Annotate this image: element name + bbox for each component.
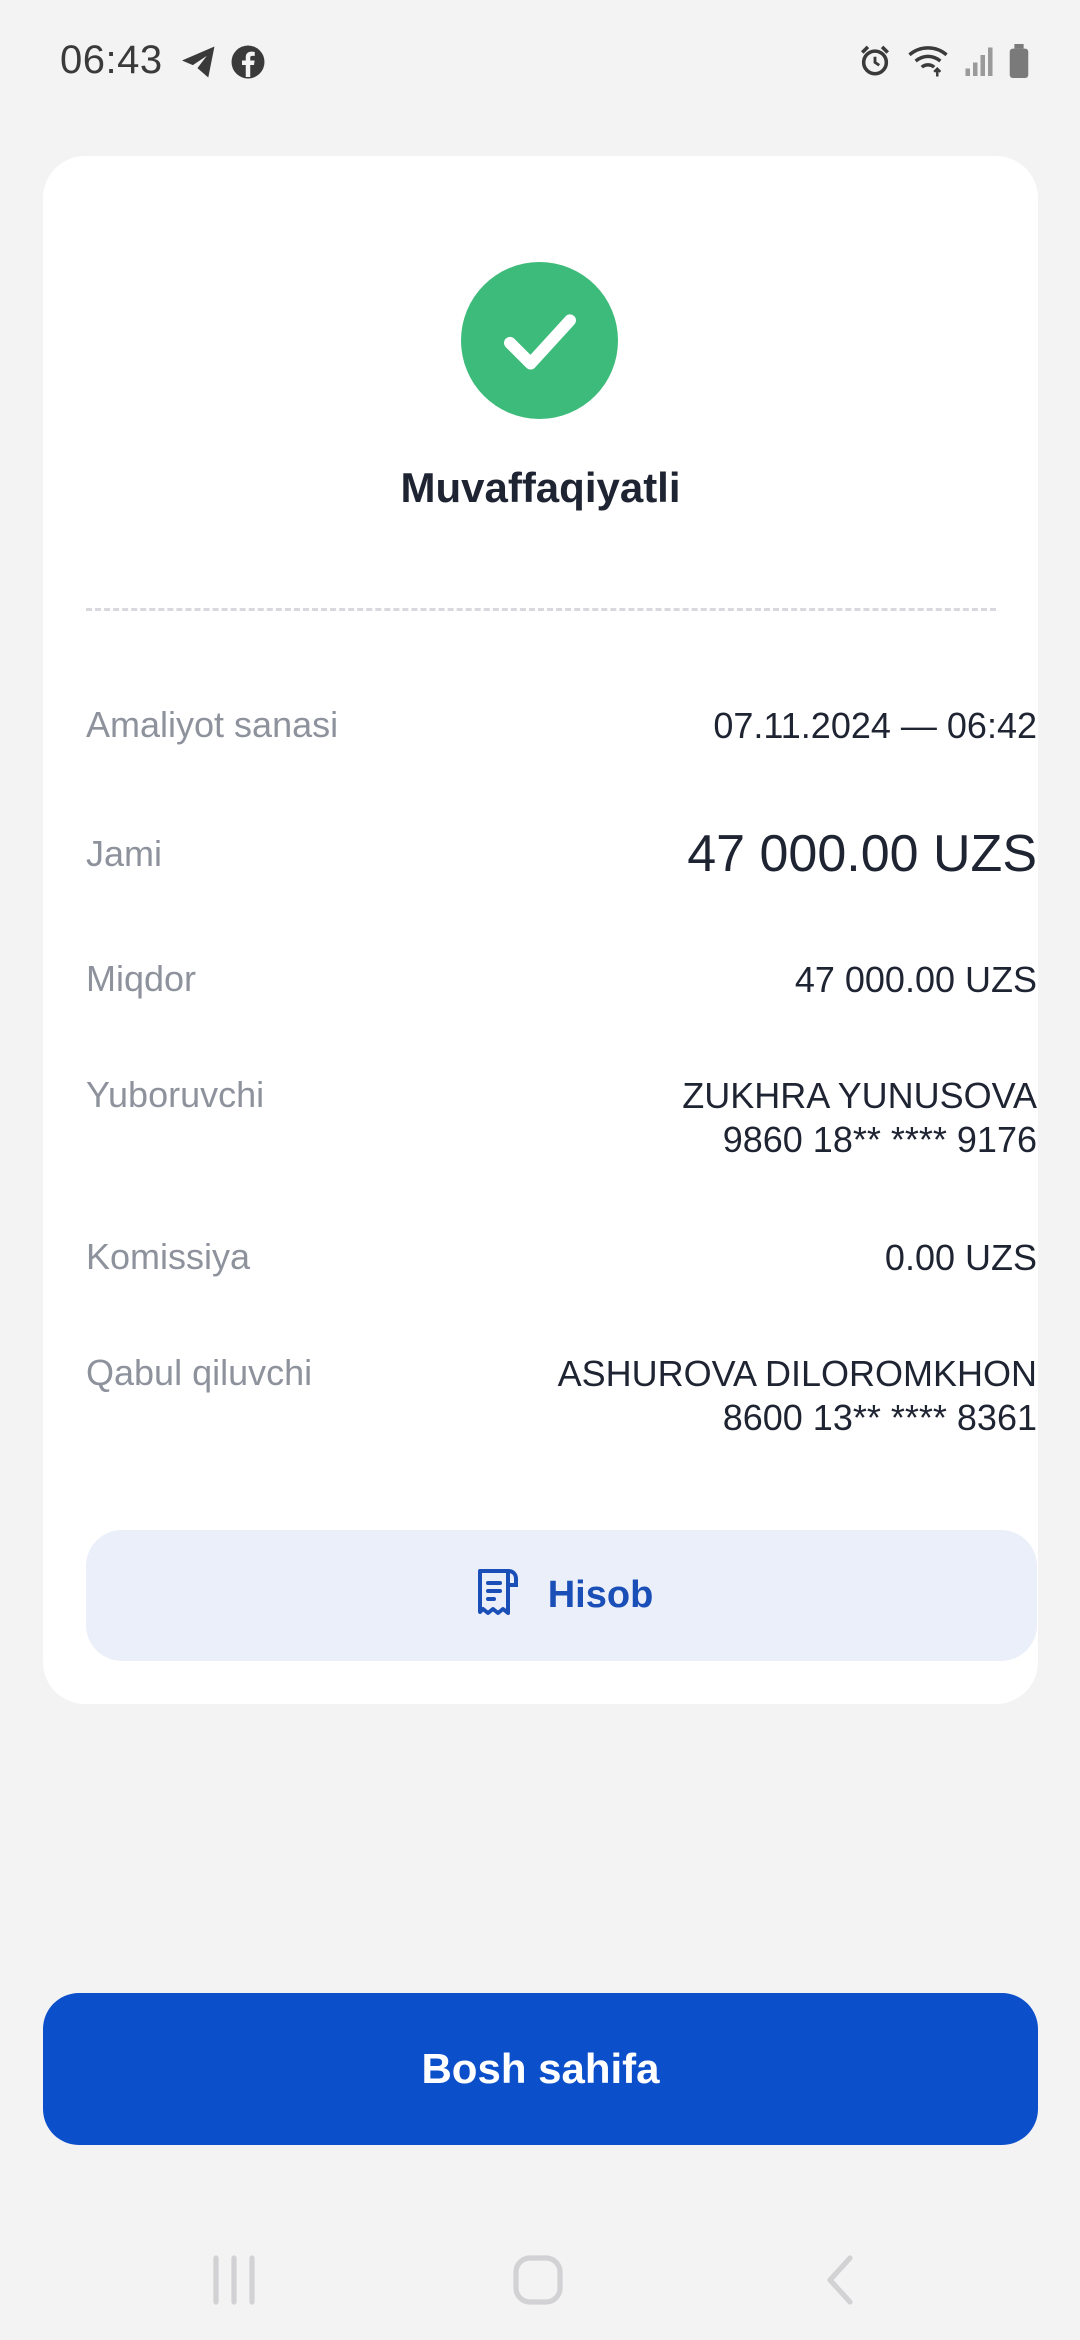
receiver-name: ASHUROVA DILOROMKHON [557,1353,1037,1394]
status-title: Muvaffaqiyatli [400,464,681,511]
telegram-icon [180,45,218,79]
row-fee: Komissiya 0.00 UZS [86,1236,1037,1280]
total-value: 47 000.00 UZS [687,825,1037,883]
check-icon [503,313,576,369]
receiver-card: 8600 13** **** 8361 [722,1397,1037,1438]
facebook-icon [230,44,266,80]
status-time: 06:43 [60,38,163,82]
row-amount: Miqdor 47 000.00 UZS [86,958,1037,1002]
status-bar: 06:43 [0,0,1080,130]
back-icon[interactable] [820,2250,860,2310]
home-icon[interactable] [510,2250,566,2310]
transaction-card: Muvaffaqiyatli Amaliyot sanasi 07.11.202… [43,156,1038,1704]
dashed-divider [86,608,996,611]
success-badge [461,262,618,419]
row-sender: Yuboruvchi ZUKHRA YUNUSOVA 9860 18** ***… [86,1074,1037,1162]
receipt-button[interactable]: Hisob [86,1530,1037,1661]
recent-apps-icon[interactable] [210,2250,258,2310]
fee-label: Komissiya [86,1236,251,1277]
total-label: Jami [86,833,163,874]
wifi-icon [906,44,950,78]
date-value: 07.11.2024 — 06:42 [713,705,1037,746]
date-label: Amaliyot sanasi [86,704,339,745]
home-page-label: Bosh sahifa [421,2045,660,2092]
row-date: Amaliyot sanasi 07.11.2024 — 06:42 [86,704,1037,748]
amount-value: 47 000.00 UZS [794,959,1037,1000]
receipt-icon [470,1565,522,1626]
sender-info: ZUKHRA YUNUSOVA 9860 18** **** 9176 [682,1074,1037,1162]
receipt-label: Hisob [547,1574,654,1616]
row-total: Jami 47 000.00 UZS [86,824,1037,884]
signal-icon [964,44,994,78]
alarm-icon [858,44,892,78]
sender-card: 9860 18** **** 9176 [722,1119,1037,1160]
row-receiver: Qabul qiluvchi ASHUROVA DILOROMKHON 8600… [86,1352,1037,1440]
sender-label: Yuboruvchi [86,1074,265,1115]
navigation-bar [0,2230,1080,2340]
home-page-button[interactable]: Bosh sahifa [43,1993,1038,2145]
battery-icon [1008,44,1030,78]
amount-label: Miqdor [86,958,197,999]
sender-name: ZUKHRA YUNUSOVA [682,1075,1037,1116]
fee-value: 0.00 UZS [884,1237,1037,1278]
receiver-label: Qabul qiluvchi [86,1352,313,1393]
receiver-info: ASHUROVA DILOROMKHON 8600 13** **** 8361 [558,1352,1037,1440]
